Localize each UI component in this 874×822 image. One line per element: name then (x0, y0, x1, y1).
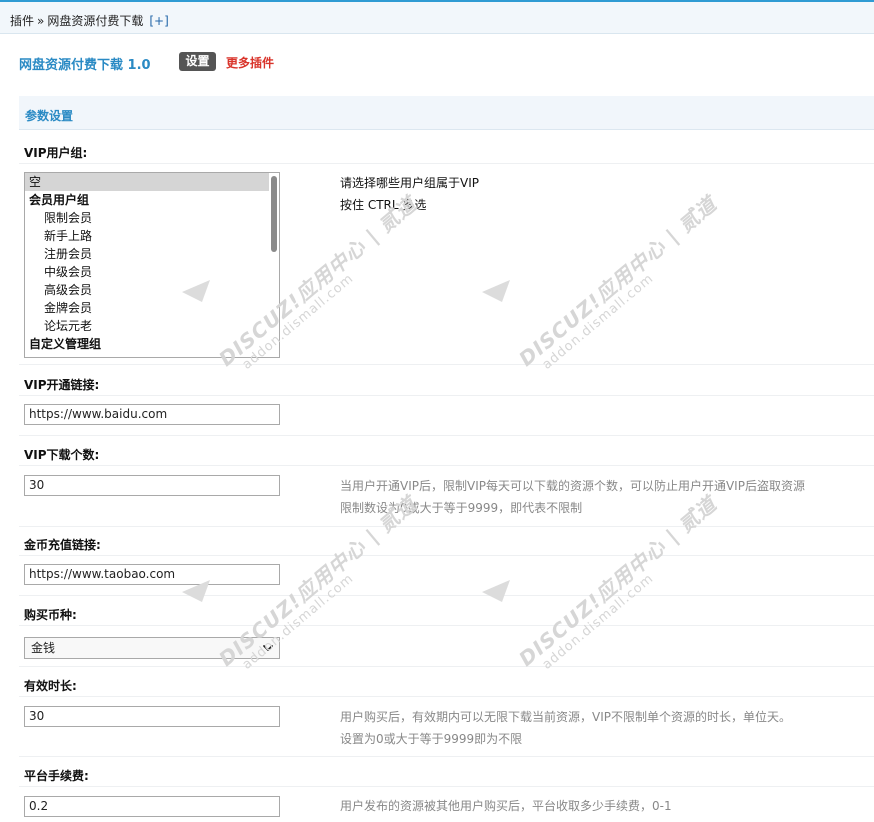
fee-hint-1: 用户发布的资源被其他用户购买后，平台收取多少手续费，0-1 (340, 799, 672, 813)
listbox-scrollbar[interactable] (271, 176, 277, 252)
breadcrumb: 插件» 网盘资源付费下载 [+] (10, 12, 169, 29)
vip-link-label: VIP开通链接: (24, 378, 100, 392)
watermark-logo-icon (482, 280, 510, 302)
row-divider (19, 395, 874, 396)
watermark-domain: addon.dismall.com (539, 571, 657, 673)
vip-downloads-hint-2: 限制数设为0或大于等于9999，即代表不限制 (340, 501, 583, 515)
vip-group-hint-1: 请选择哪些用户组属于VIP (340, 176, 479, 190)
vip-link-input[interactable]: https://www.baidu.com (24, 404, 280, 425)
row-divider (19, 666, 874, 667)
vip-group-option: 自定义管理组 (29, 337, 102, 351)
vip-downloads-label: VIP下载个数: (24, 448, 100, 462)
watermark-domain: addon.dismall.com (539, 271, 657, 373)
vip-group-option[interactable]: 高级会员 (25, 281, 279, 299)
vip-group-option[interactable]: 注册会员 (25, 245, 279, 263)
vip-group-option[interactable]: 金牌会员 (25, 299, 279, 317)
vip-group-option[interactable]: 论坛元老 (25, 317, 279, 335)
currency-select[interactable]: 金钱 (24, 637, 280, 659)
plugin-title: 网盘资源付费下载 1.0 (19, 58, 151, 73)
row-divider (19, 595, 874, 596)
vip-group-hint-2: 按住 CTRL 多选 (340, 198, 427, 212)
vip-group-listbox[interactable]: 空会员用户组限制会员 新手上路 注册会员 中级会员 高级会员 金牌会员 论坛元老自定义管理组 (24, 172, 280, 358)
vip-downloads-input[interactable]: 30 (24, 475, 280, 496)
row-divider (19, 625, 874, 626)
vip-group-option[interactable]: 限制会员 (25, 209, 279, 227)
settings-button[interactable]: 设置 (179, 52, 216, 71)
breadcrumb-current: 网盘资源付费下载 (47, 14, 144, 28)
vip-group-option[interactable]: 新手上路 (25, 227, 279, 245)
chevron-down-icon (263, 645, 273, 651)
validity-hint-1: 用户购买后，有效期内可以无限下载当前资源，VIP不限制单个资源的时长，单位天。 (340, 710, 791, 724)
row-divider (19, 364, 874, 365)
vip-downloads-hint-1: 当用户开通VIP后，限制VIP每天可以下载的资源个数，可以防止用户开通VIP后盗… (340, 479, 805, 493)
coin-link-label: 金币充值链接: (24, 538, 101, 552)
row-divider (19, 163, 874, 164)
currency-label: 购买币种: (24, 608, 77, 622)
breadcrumb-separator: » (37, 14, 45, 28)
coin-link-input[interactable]: https://www.taobao.com (24, 564, 280, 585)
validity-input[interactable]: 30 (24, 706, 280, 727)
vip-group-option[interactable]: 空 (25, 173, 269, 191)
vip-group-option[interactable]: 中级会员 (25, 263, 279, 281)
validity-hint-2: 设置为0或大于等于9999即为不限 (340, 732, 523, 746)
more-plugins-link[interactable]: 更多插件 (226, 54, 274, 71)
currency-selected-value: 金钱 (31, 641, 56, 655)
row-divider (19, 526, 874, 527)
breadcrumb-root[interactable]: 插件 (10, 14, 34, 28)
watermark-tag: 贰道 (673, 191, 722, 238)
add-shortcut-link[interactable]: [+] (149, 14, 168, 28)
fee-label: 平台手续费: (24, 769, 89, 783)
top-bar: 插件» 网盘资源付费下载 [+] (0, 0, 874, 34)
watermark-logo-icon (482, 580, 510, 602)
row-divider (19, 555, 874, 556)
row-divider (19, 786, 874, 787)
vip-group-label: VIP用户组: (24, 146, 88, 160)
watermark-brand: DISCUZ!应用中心 (514, 234, 671, 371)
row-divider (19, 756, 874, 757)
row-divider (19, 435, 874, 436)
row-divider (19, 696, 874, 697)
watermark-tag: 贰道 (673, 491, 722, 538)
section-header: 参数设置 (19, 96, 874, 130)
vip-group-option: 会员用户组 (29, 193, 90, 207)
row-divider (19, 465, 874, 466)
fee-input[interactable]: 0.2 (24, 796, 280, 817)
section-title: 参数设置 (25, 109, 74, 123)
validity-label: 有效时长: (24, 679, 77, 693)
